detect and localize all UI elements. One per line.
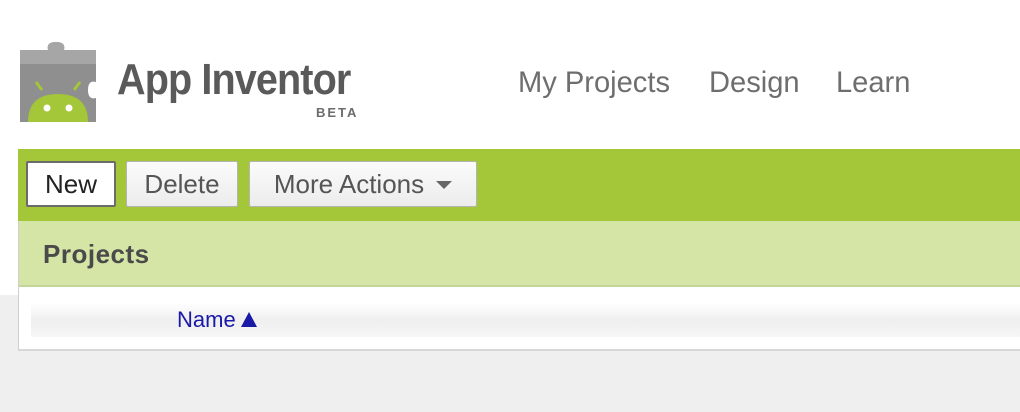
column-header-name-label: Name	[177, 307, 236, 332]
column-header-name[interactable]: Name	[177, 309, 257, 331]
app-title: App Inventor	[117, 55, 351, 104]
puzzle-android-icon	[20, 42, 96, 122]
more-actions-label: More Actions	[273, 168, 425, 199]
beta-badge: BETA	[316, 105, 359, 120]
projects-panel: Projects Name	[18, 221, 1020, 351]
nav-learn[interactable]: Learn	[836, 68, 910, 98]
more-actions-dropdown[interactable]: More Actions	[249, 161, 477, 207]
new-project-button-label: New	[44, 168, 97, 199]
chevron-down-icon	[436, 181, 453, 189]
delete-project-button-label: Delete	[144, 168, 220, 199]
projects-title: Projects	[43, 239, 150, 269]
nav-design[interactable]: Design	[709, 68, 800, 98]
app-inventor-logo-icon[interactable]	[18, 42, 98, 124]
new-project-button[interactable]: New	[26, 161, 116, 207]
project-toolbar: New Delete More Actions	[18, 149, 1020, 221]
nav-my-projects[interactable]: My Projects	[518, 68, 670, 98]
app-inventor-page: App Inventor BETA My Projects Design Lea…	[0, 0, 1020, 412]
top-navigation: My Projects Design Learn	[518, 68, 913, 98]
projects-header: Projects	[19, 221, 1020, 287]
projects-table-header-row: Name	[31, 303, 1020, 337]
delete-project-button[interactable]: Delete	[126, 161, 238, 207]
sort-ascending-icon	[240, 311, 257, 327]
